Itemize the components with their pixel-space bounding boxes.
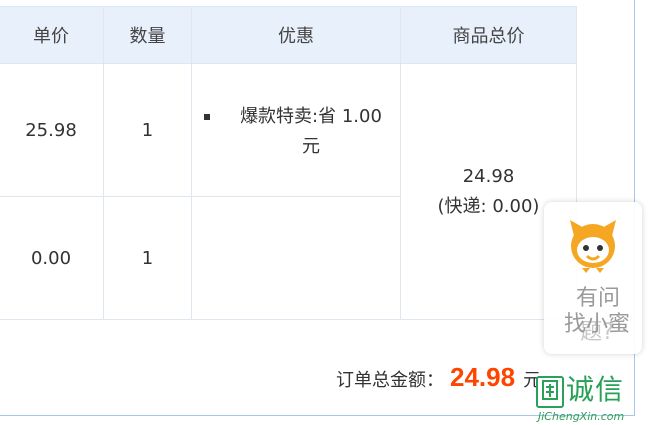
- cell-promotion: 爆款特卖:省 1.00 元: [191, 63, 401, 197]
- assistant-mascot-icon: [570, 220, 616, 273]
- cell-price: 0.00: [0, 196, 104, 320]
- helper-label-line3: 题?: [580, 320, 614, 345]
- order-total: 订单总金额： 24.98 元: [336, 362, 541, 394]
- cell-quantity: 1: [103, 63, 192, 197]
- header-price: 单价: [0, 6, 104, 64]
- table-header-row: 单价 数量 优惠 商品总价: [0, 6, 577, 64]
- site-watermark: 诚信 JiChengXin.com: [536, 372, 648, 425]
- bullet-icon: [204, 114, 210, 120]
- watermark-text: 诚信: [566, 373, 625, 406]
- header-promotion: 优惠: [191, 6, 401, 64]
- order-total-amount: 24.98: [450, 362, 516, 392]
- cell-promotion: [191, 196, 401, 320]
- table-row: 25.98 1 爆款特卖:省 1.00 元 24.98 (快递: 0.00): [0, 63, 577, 320]
- promotion-text: 爆款特卖:省 1.00 元: [240, 106, 382, 157]
- help-assistant-widget[interactable]: 有问 找小蜜 题?: [544, 202, 642, 354]
- watermark-logo-icon: [536, 376, 564, 408]
- subtotal-amount: 24.98: [462, 165, 515, 187]
- order-table: 单价 数量 优惠 商品总价 25.98 1 爆款特卖:省 1.00 元 24.9…: [0, 6, 577, 320]
- cell-price: 25.98: [0, 63, 104, 197]
- cell-quantity: 1: [103, 196, 192, 320]
- watermark-url: JiChengXin.com: [538, 410, 625, 423]
- header-subtotal: 商品总价: [400, 6, 577, 64]
- header-quantity: 数量: [103, 6, 192, 64]
- helper-label-line1: 有问: [575, 286, 620, 311]
- order-total-label: 订单总金额：: [336, 370, 444, 391]
